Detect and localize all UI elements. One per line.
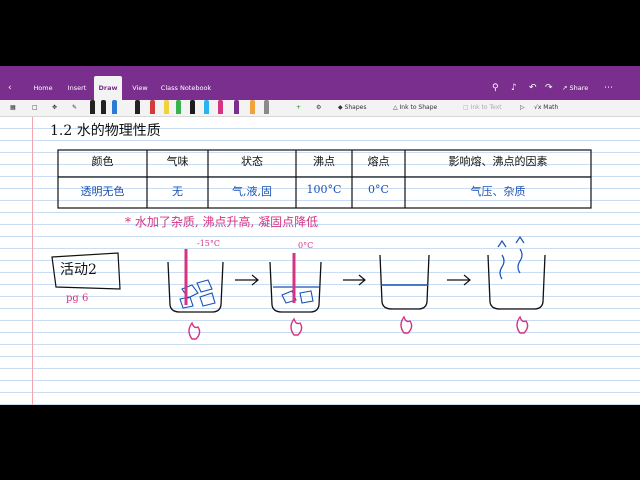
draw-toolbar: ▦ □ ✥ ✎ + ⚙ ◆ Shapes △ Ink to Shape □ In… <box>0 100 640 117</box>
ink-to-shape-label: Ink to Shape <box>399 104 438 111</box>
ice-cube <box>196 279 213 293</box>
redo-icon[interactable]: ↷ <box>545 82 553 94</box>
beaker-4 <box>487 254 546 310</box>
table-cell-smell: 无 <box>172 185 183 198</box>
table-header-smell: 气味 <box>166 155 189 168</box>
math-label: Math <box>543 104 559 111</box>
pen-tool-green[interactable] <box>176 100 181 114</box>
ribbon-tab-bar: ‹ Home Insert Draw View Class Notebook ⚲… <box>0 76 640 100</box>
shapes-label: Shapes <box>344 104 367 111</box>
back-icon[interactable]: ‹ <box>8 82 12 94</box>
ice-cube <box>199 292 216 307</box>
steam-arrows <box>497 235 525 280</box>
arrow-2 <box>343 274 366 286</box>
share-label: Share <box>569 84 589 92</box>
table-header-boiling-point: 沸点 <box>313 155 335 168</box>
pen-tool-red[interactable] <box>150 100 155 114</box>
table-cell-melting-point: 0°C <box>368 183 389 196</box>
lasso-select-icon[interactable]: ▦ <box>10 102 16 114</box>
table-header-state: 状态 <box>241 155 263 168</box>
ink-to-shape-button[interactable]: △ Ink to Shape <box>393 102 437 114</box>
beaker-3-body <box>379 254 430 310</box>
search-icon[interactable]: ⚲ <box>492 82 499 94</box>
steam-line <box>499 254 505 280</box>
pen-tool-grey[interactable] <box>264 100 269 114</box>
ice-cube <box>299 290 314 304</box>
ruler-icon[interactable]: ⚙ <box>316 102 321 114</box>
beaker-1 <box>167 261 224 313</box>
more-options-icon[interactable]: ⋯ <box>604 82 613 94</box>
page-reference: pg 6 <box>66 293 89 304</box>
tab-class-notebook[interactable]: Class Notebook <box>158 76 214 100</box>
beaker-1-body <box>167 261 224 313</box>
beaker-4-body <box>487 254 546 310</box>
steam-arrowhead <box>515 235 525 244</box>
steam-arrowhead <box>497 239 507 248</box>
table-header-factors: 影响熔、沸点的因素 <box>448 155 548 168</box>
undo-icon[interactable]: ↶ <box>529 82 537 94</box>
table-header-melting-point: 熔点 <box>367 155 390 168</box>
arrow-1 <box>235 274 259 286</box>
pen-tool-black-3[interactable] <box>190 100 195 114</box>
pen-tool-orange[interactable] <box>250 100 255 114</box>
flame-4 <box>516 315 529 334</box>
beaker-2-temperature: 0°C <box>298 241 314 250</box>
flame-1 <box>188 321 201 340</box>
add-pen-icon[interactable]: + <box>296 102 301 114</box>
table-cell-color: 透明无色 <box>80 185 125 198</box>
table-header-color: 颜色 <box>91 155 114 168</box>
pen-tool-black-2[interactable] <box>101 100 106 114</box>
steam-line <box>517 248 523 274</box>
table-cell-state: 气,液,固 <box>232 185 272 198</box>
tab-draw[interactable]: Draw <box>94 76 122 100</box>
bell-icon[interactable]: ♪ <box>511 82 517 94</box>
tab-insert[interactable]: Insert <box>63 76 91 100</box>
impurity-remark: * 水加了杂质, 沸点升高, 凝固点降低 <box>125 215 319 229</box>
insert-space-icon[interactable]: □ <box>32 102 38 114</box>
pen-tool-pink[interactable] <box>218 100 223 114</box>
screen-letterbox-bottom <box>0 405 640 480</box>
tab-view[interactable]: View <box>128 76 152 100</box>
title-bar <box>0 66 640 76</box>
note-canvas[interactable]: 1.2 水的物理性质 颜色 气味 状态 沸点 熔点 影响熔、沸点的因素 透明无色… <box>0 117 640 405</box>
flame-3 <box>400 315 413 334</box>
beaker-1-temperature: -15°C <box>197 239 221 248</box>
pen-tool-black[interactable] <box>90 100 95 114</box>
ink-to-text-label: Ink to Text <box>470 104 502 111</box>
highlighter-yellow[interactable] <box>164 100 169 114</box>
table-cell-boiling-point: 100°C <box>306 183 342 196</box>
pen-tool-purple[interactable] <box>234 100 239 114</box>
shapes-button[interactable]: ◆ Shapes <box>338 102 366 114</box>
ink-to-text-button[interactable]: □ Ink to Text <box>463 102 502 114</box>
ice-cubes-2 <box>281 290 314 304</box>
share-button[interactable]: ↗ Share <box>562 83 588 93</box>
ink-replay-icon[interactable]: ▷ <box>520 102 525 114</box>
pan-icon[interactable]: ✥ <box>52 102 57 114</box>
eraser-icon[interactable]: ✎ <box>72 102 77 114</box>
pen-tool-dark[interactable] <box>135 100 140 114</box>
burner-flames <box>188 315 529 340</box>
activity-label: 活动2 <box>60 262 97 278</box>
table-cell-factors: 气压、杂质 <box>470 185 526 198</box>
pen-palette <box>90 100 290 116</box>
pen-tool-blue[interactable] <box>112 100 117 114</box>
ice-cube <box>181 284 199 299</box>
pen-tool-cyan[interactable] <box>204 100 209 114</box>
flame-2 <box>290 317 303 336</box>
math-button[interactable]: √x Math <box>534 102 558 114</box>
tab-home[interactable]: Home <box>30 76 56 100</box>
beaker-3 <box>379 254 430 310</box>
screen-letterbox-top <box>0 0 640 76</box>
arrow-3 <box>447 274 471 286</box>
